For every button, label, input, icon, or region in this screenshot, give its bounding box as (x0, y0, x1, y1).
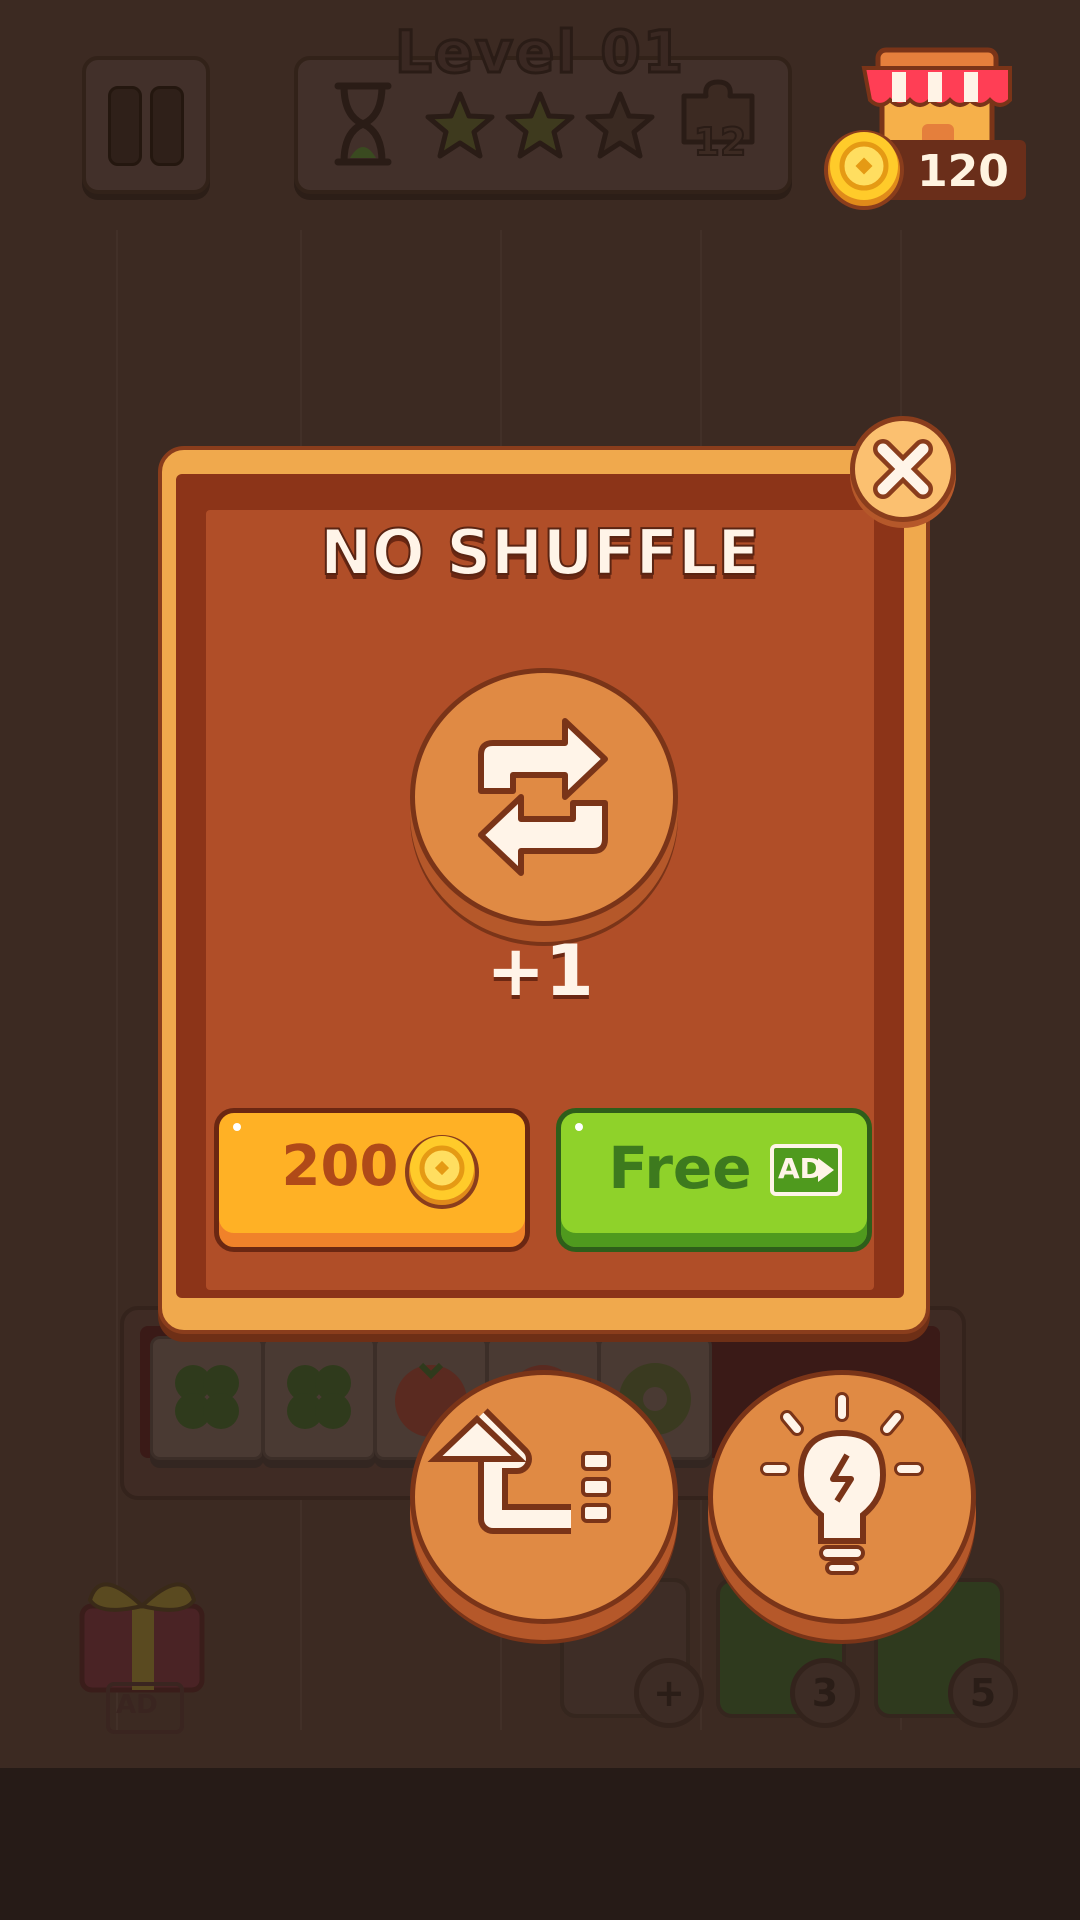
undo-button[interactable] (410, 1370, 678, 1624)
star-icon (505, 91, 575, 159)
dialog-title: NO SHUFFLE (319, 515, 761, 590)
hint-button[interactable] (708, 1370, 976, 1624)
ad-badge: AD (770, 1144, 842, 1196)
free-label: Free (608, 1134, 752, 1202)
reward-amount: +1 (486, 930, 594, 1012)
buy-price-label: 200 (281, 1134, 399, 1199)
undo-add-badge: + (634, 1658, 704, 1728)
close-icon (873, 439, 933, 499)
gift-ad-badge: AD (106, 1682, 184, 1734)
star-icon (585, 91, 655, 159)
moves-count: 12 (693, 119, 748, 165)
close-button[interactable] (850, 416, 956, 522)
shuffle-reward-badge (410, 668, 678, 926)
play-icon (818, 1158, 834, 1182)
undo-icon (427, 1408, 611, 1534)
coin-count: 120 (917, 146, 1009, 197)
star-icon (425, 91, 495, 159)
lightbulb-icon (760, 1392, 924, 1575)
shuffle-count-badge: 5 (948, 1658, 1018, 1728)
shuffle-icon (478, 718, 608, 876)
coin-icon (405, 1135, 479, 1209)
tray-tile (150, 1336, 264, 1460)
coin-icon (824, 130, 904, 210)
clover-icon (287, 1365, 351, 1429)
hint-count-badge: 3 (790, 1658, 860, 1728)
tray-tile (262, 1336, 376, 1460)
clover-icon (175, 1365, 239, 1429)
bottom-strip (0, 1768, 1080, 1920)
hourglass-icon (334, 82, 392, 166)
gift-icon[interactable] (60, 1566, 224, 1696)
